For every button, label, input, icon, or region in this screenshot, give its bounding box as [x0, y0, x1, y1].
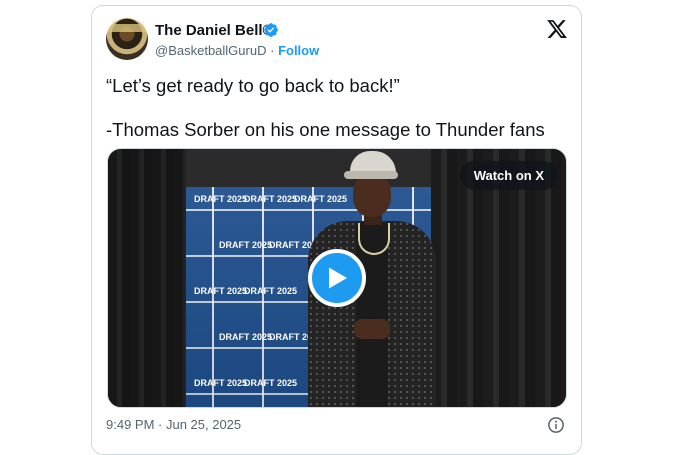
tweet-timestamp[interactable]: 9:49 PM · Jun 25, 2025: [106, 417, 241, 432]
backdrop-logo: DRAFT 2025: [194, 378, 248, 388]
separator: ·: [270, 43, 275, 58]
watch-on-x-button[interactable]: Watch on X: [459, 161, 558, 190]
backdrop-logo: DRAFT 2025: [194, 194, 248, 204]
tweet-card[interactable]: The Daniel Bell© @BasketballGuruD · Foll…: [91, 5, 582, 455]
verified-badge-icon: [264, 23, 278, 37]
author-handle-row: @BasketballGuruD · Follow: [155, 43, 319, 58]
tweet-text-line-2: -Thomas Sorber on his one message to Thu…: [106, 119, 545, 140]
backdrop-logo: DRAFT 2025: [244, 286, 298, 296]
backdrop-logo: DRAFT 2025: [219, 240, 273, 250]
tweet-text-line-1: “Let’s get ready to go back to back!”: [106, 75, 400, 96]
backdrop-logo: DRAFT 2025: [194, 286, 248, 296]
backdrop-logo: DRAFT 2025: [219, 332, 273, 342]
video-player[interactable]: DRAFT 2025 DRAFT 2025 DRAFT 2025 DRAFT 2…: [107, 148, 567, 408]
x-logo-icon[interactable]: [546, 18, 568, 40]
author-name[interactable]: The Daniel Bell©: [155, 22, 274, 39]
play-button[interactable]: [308, 249, 366, 307]
follow-button[interactable]: Follow: [278, 43, 319, 58]
backdrop-logo: DRAFT 2025: [244, 194, 298, 204]
info-icon[interactable]: [547, 416, 565, 434]
background-curtain-left: [108, 149, 186, 407]
backdrop-logo: DRAFT 2025: [244, 378, 298, 388]
author-handle[interactable]: @BasketballGuruD: [155, 43, 266, 58]
play-icon: [329, 267, 347, 289]
avatar[interactable]: [106, 18, 148, 60]
